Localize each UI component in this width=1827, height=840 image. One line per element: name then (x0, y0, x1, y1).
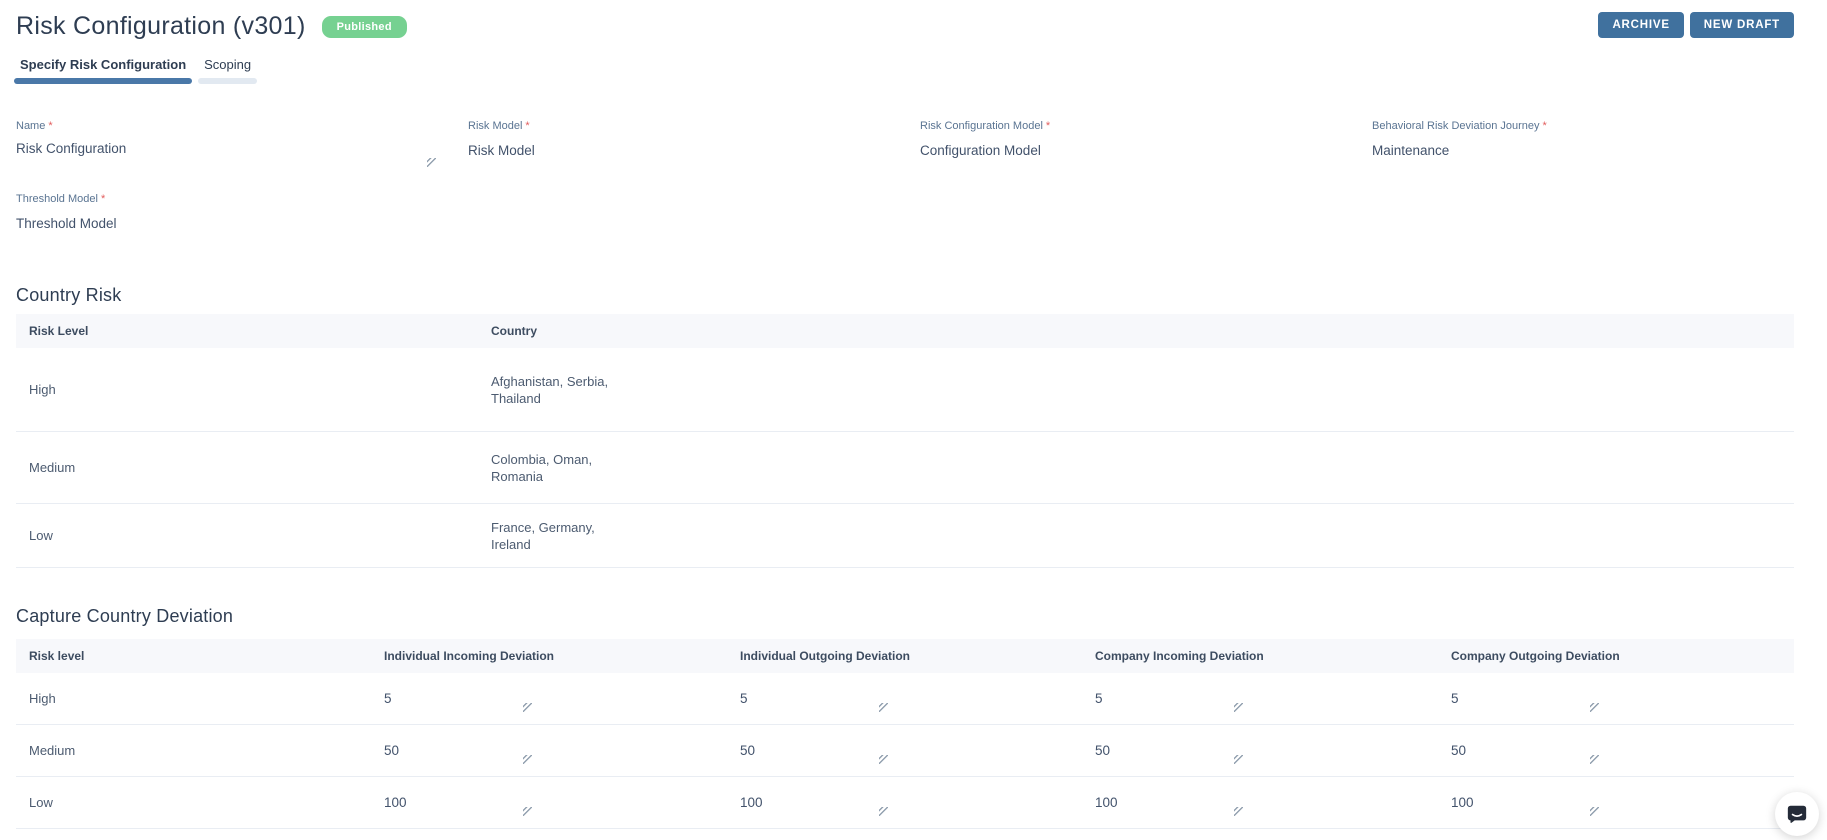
table-row: High Afghanistan, Serbia, Thailand (16, 348, 1794, 432)
capture-country-deviation-heading: Capture Country Deviation (16, 606, 234, 626)
resize-handle-icon[interactable] (1234, 702, 1243, 712)
individual-incoming-deviation-input[interactable]: 5 (384, 684, 534, 714)
company-incoming-deviation-input[interactable]: 100 (1095, 788, 1245, 818)
required-marker: * (100, 193, 106, 205)
country-list-cell: Afghanistan, Serbia, Thailand (491, 373, 609, 406)
company-incoming-deviation-input[interactable]: 50 (1095, 736, 1245, 766)
column-header-risk-level: Risk Level (29, 324, 89, 338)
resize-handle-icon[interactable] (523, 806, 532, 816)
page-title: Risk Configuration (v301) (16, 12, 306, 40)
required-marker: * (1045, 120, 1051, 132)
risk-configuration-page: Risk Configuration (v301) Published ARCH… (0, 0, 1827, 840)
column-header-company-outgoing: Company Outgoing Deviation (1451, 649, 1620, 663)
behavioral-risk-deviation-journey-field[interactable]: Maintenance (1372, 143, 1794, 158)
individual-outgoing-deviation-input[interactable]: 5 (740, 684, 890, 714)
new-draft-button[interactable]: NEW DRAFT (1689, 12, 1794, 38)
risk-level-cell: High (29, 691, 56, 706)
table-row: Low 100 100 100 100 (16, 777, 1794, 829)
behavioral-risk-deviation-journey-field-label: Behavioral Risk Deviation Journey * (1372, 120, 1547, 132)
active-tab-progress-bar (14, 78, 193, 84)
resize-handle-icon[interactable] (879, 754, 888, 764)
country-risk-heading: Country Risk (16, 285, 122, 305)
column-header-individual-incoming: Individual Incoming Deviation (384, 649, 555, 663)
resize-handle-icon[interactable] (1590, 754, 1599, 764)
resize-handle-icon[interactable] (1590, 702, 1599, 712)
threshold-model-field-label: Threshold Model * (16, 193, 106, 205)
resize-handle-icon[interactable] (1234, 806, 1243, 816)
table-row: Low France, Germany, Ireland (16, 504, 1794, 568)
risk-model-field[interactable]: Risk Model (468, 143, 890, 158)
chat-bubble-icon (1786, 803, 1808, 825)
table-row: Medium 50 50 50 50 (16, 725, 1794, 777)
individual-outgoing-deviation-input[interactable]: 50 (740, 736, 890, 766)
table-row: High 5 5 5 5 (16, 673, 1794, 725)
column-header-risk-level: Risk level (29, 649, 85, 663)
country-list-cell: Colombia, Oman, Romania (491, 451, 593, 484)
inactive-tab-progress-bar (198, 78, 258, 84)
column-header-individual-outgoing: Individual Outgoing Deviation (740, 649, 910, 663)
name-field[interactable]: Risk Configuration (16, 141, 438, 169)
threshold-model-field[interactable]: Threshold Model (16, 216, 438, 231)
threshold-model-field-group: Threshold Model * Threshold Model (16, 193, 438, 231)
country-risk-table: Risk Level Country High Afghanistan, Ser… (16, 314, 1794, 568)
table-row: Medium Colombia, Oman, Romania (16, 432, 1794, 504)
tab-label: Scoping (204, 57, 252, 72)
archive-button[interactable]: ARCHIVE (1598, 12, 1684, 38)
name-field-group: Name * Risk Configuration (16, 120, 438, 169)
country-list-cell: France, Germany, Ireland (491, 519, 595, 552)
resize-handle-icon[interactable] (523, 754, 532, 764)
column-header-country: Country (491, 324, 537, 338)
company-outgoing-deviation-input[interactable]: 5 (1451, 684, 1601, 714)
chat-launcher-button[interactable] (1775, 792, 1819, 836)
resize-handle-icon[interactable] (1590, 806, 1599, 816)
tab-label: Specify Risk Configuration (20, 57, 187, 72)
capture-country-deviation-table: Risk level Individual Incoming Deviation… (16, 639, 1794, 829)
risk-configuration-model-field-label: Risk Configuration Model * (920, 120, 1051, 132)
name-field-label: Name * (16, 120, 53, 132)
company-outgoing-deviation-input[interactable]: 100 (1451, 788, 1601, 818)
status-badge: Published (321, 15, 407, 38)
resize-handle-icon[interactable] (523, 702, 532, 712)
header-actions: ARCHIVE NEW DRAFT (1598, 12, 1794, 38)
risk-level-cell: Medium (29, 460, 76, 475)
tab-bar: Specify Risk Configuration Scoping (14, 57, 1794, 84)
country-risk-table-header: Risk Level Country (16, 314, 1794, 348)
risk-level-cell: Low (29, 528, 53, 543)
required-marker: * (48, 120, 53, 132)
tab-specify-risk-configuration[interactable]: Specify Risk Configuration (14, 57, 193, 84)
individual-outgoing-deviation-input[interactable]: 100 (740, 788, 890, 818)
column-header-company-incoming: Company Incoming Deviation (1095, 649, 1264, 663)
risk-model-field-label: Risk Model * (468, 120, 530, 132)
required-marker: * (525, 120, 530, 132)
resize-handle-icon[interactable] (879, 806, 888, 816)
individual-incoming-deviation-input[interactable]: 50 (384, 736, 534, 766)
risk-configuration-model-field[interactable]: Configuration Model (920, 143, 1342, 158)
behavioral-risk-deviation-journey-field-group: Behavioral Risk Deviation Journey * Maint… (1372, 120, 1794, 169)
company-incoming-deviation-input[interactable]: 5 (1095, 684, 1245, 714)
risk-model-field-group: Risk Model * Risk Model (468, 120, 890, 169)
risk-configuration-model-field-group: Risk Configuration Model * Configuration … (920, 120, 1342, 169)
resize-handle-icon[interactable] (1234, 754, 1243, 764)
tab-scoping[interactable]: Scoping (198, 57, 258, 84)
resize-handle-icon[interactable] (879, 702, 888, 712)
page-header: Risk Configuration (v301) Published ARCH… (16, 12, 1794, 41)
resize-handle-icon[interactable] (427, 158, 436, 167)
risk-level-cell: High (29, 382, 56, 397)
risk-configuration-form: Name * Risk Configuration Risk Model * Ris… (16, 120, 1794, 231)
risk-level-cell: Low (29, 795, 53, 810)
risk-level-cell: Medium (29, 743, 76, 758)
individual-incoming-deviation-input[interactable]: 100 (384, 788, 534, 818)
deviation-table-header: Risk level Individual Incoming Deviation… (16, 639, 1794, 673)
company-outgoing-deviation-input[interactable]: 50 (1451, 736, 1601, 766)
required-marker: * (1542, 120, 1547, 132)
